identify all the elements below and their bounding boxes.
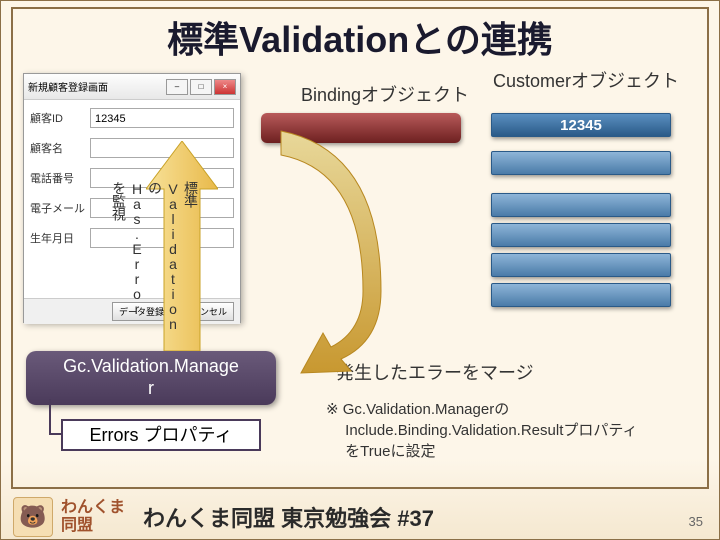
customer-field-box <box>491 223 671 247</box>
maximize-icon[interactable]: □ <box>190 79 212 95</box>
customer-id-field[interactable]: 12345 <box>90 108 234 128</box>
field-label: 電話番号 <box>30 170 90 186</box>
customer-field-box <box>491 253 671 277</box>
slide: 標準Validationとの連携 新規顧客登録画面 – □ × 顧客ID1234… <box>0 0 720 540</box>
footer: 🐻 わんくま 同盟 わんくま同盟 東京勉強会 #37 <box>1 495 719 539</box>
slide-title: 標準Validationとの連携 <box>1 11 719 63</box>
tree-connector <box>49 433 61 435</box>
note-text: ※ Gc.Validation.Managerの Include.Binding… <box>326 399 637 462</box>
dialog-title-text: 新規顧客登録画面 <box>28 79 108 94</box>
curved-arrow <box>251 111 431 401</box>
field-label: 顧客ID <box>30 110 90 126</box>
field-label: 生年月日 <box>30 230 90 246</box>
customer-value-box: 12345 <box>491 113 671 137</box>
customer-field-box <box>491 283 671 307</box>
customer-field-box <box>491 151 671 175</box>
brand-logo-icon: 🐻 <box>13 497 53 537</box>
session-title: わんくま同盟 東京勉強会 #37 <box>143 501 434 533</box>
binding-label: Bindingオブジェクト <box>301 81 469 107</box>
brand-name: わんくま 同盟 <box>61 499 125 534</box>
minimize-icon[interactable]: – <box>166 79 188 95</box>
close-icon[interactable]: × <box>214 79 236 95</box>
customer-field-box <box>491 193 671 217</box>
field-label: 顧客名 <box>30 140 90 156</box>
errors-property-box: Errors プロパティ <box>61 419 261 451</box>
form-row: 顧客ID12345 <box>30 108 234 128</box>
customer-label: Customerオブジェクト <box>493 67 679 93</box>
tree-connector <box>49 399 51 435</box>
vertical-arrow-label: 標準Validationの Has.Errorを監視 <box>161 181 201 321</box>
field-label: 電子メール <box>30 200 90 216</box>
page-number: 35 <box>689 514 703 529</box>
gc-validation-manager-box: Gc.Validation.Manage r <box>26 351 276 405</box>
dialog-titlebar: 新規顧客登録画面 – □ × <box>24 74 240 100</box>
